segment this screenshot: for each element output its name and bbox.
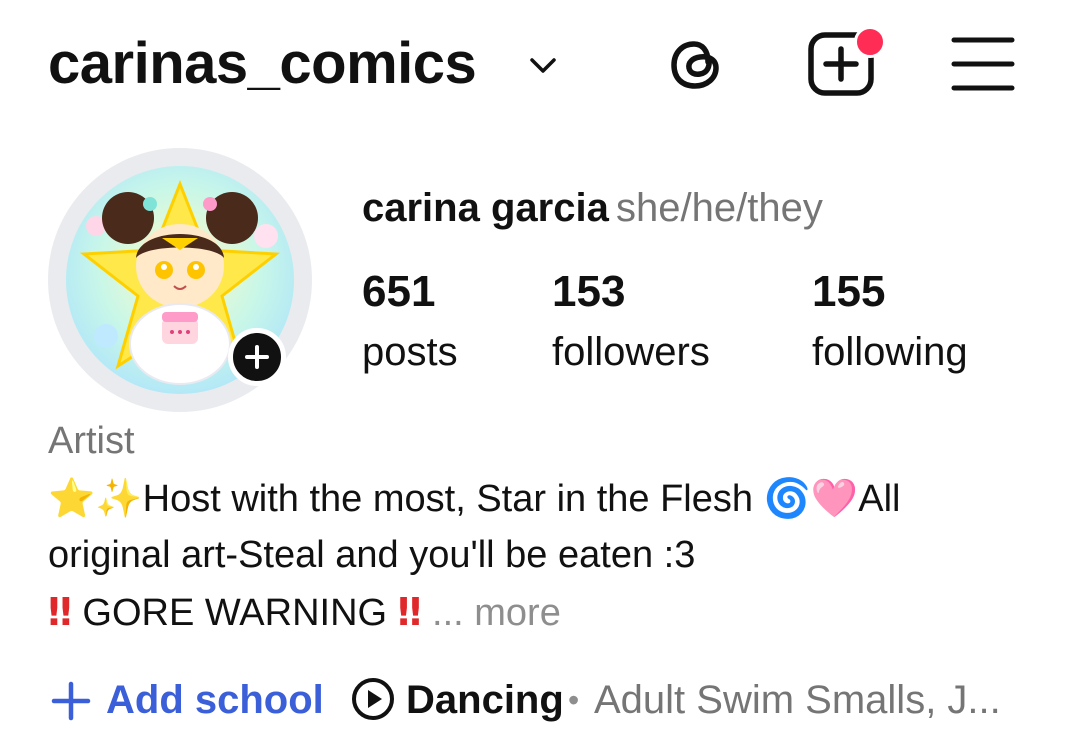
following-count[interactable]: 155	[812, 266, 885, 318]
plus-icon[interactable]	[50, 680, 92, 722]
followers-label[interactable]: followers	[552, 328, 710, 376]
sparkles-icon: ✨	[95, 476, 143, 520]
plus-icon	[245, 345, 269, 369]
menu-icon[interactable]	[950, 34, 1016, 94]
bio-line-1: ⭐✨Host with the most, Star in the Flesh …	[48, 474, 900, 523]
music-title[interactable]: Dancing	[406, 674, 564, 726]
account-username[interactable]: carinas_comics	[48, 28, 477, 100]
profile-header: carinas_comics	[0, 0, 1080, 130]
chevron-down-icon[interactable]	[526, 48, 560, 82]
double-exclamation-icon: ‼	[48, 590, 72, 634]
notification-dot	[854, 26, 886, 58]
profile-pronouns: she/he/they	[616, 186, 823, 230]
profile-full-name: carina garcia	[362, 186, 609, 230]
followers-count[interactable]: 153	[552, 266, 625, 318]
bio-text-1-tail: All	[858, 478, 901, 520]
threads-icon[interactable]	[664, 32, 728, 96]
add-school-button[interactable]: Add school	[106, 674, 324, 726]
bio-text-3: GORE WARNING	[71, 592, 398, 634]
double-exclamation-icon: ‼	[397, 590, 422, 634]
add-story-button[interactable]	[228, 328, 286, 386]
bio-line-2: original art-Steal and you'll be eaten :…	[48, 534, 696, 576]
pink-heart-icon: 🩷	[810, 476, 859, 520]
star-icon: ⭐	[48, 476, 96, 520]
posts-label[interactable]: posts	[362, 328, 458, 376]
bio-more-link[interactable]: ... more	[421, 592, 561, 634]
play-icon[interactable]	[350, 676, 396, 722]
following-label[interactable]: following	[812, 328, 968, 376]
music-artist[interactable]: Adult Swim Smalls, J...	[594, 674, 1014, 726]
profile-page: carinas_comics carina garcia she/he/they…	[0, 0, 1080, 732]
profile-category: Artist	[48, 420, 135, 462]
cyclone-icon: 🌀	[763, 476, 811, 520]
bio-line-3[interactable]: ‼ GORE WARNING ‼ ... more	[48, 588, 561, 637]
music-separator: •	[568, 682, 580, 718]
bio-text-1: Host with the most, Star in the Flesh	[142, 478, 764, 520]
posts-count[interactable]: 651	[362, 266, 435, 318]
